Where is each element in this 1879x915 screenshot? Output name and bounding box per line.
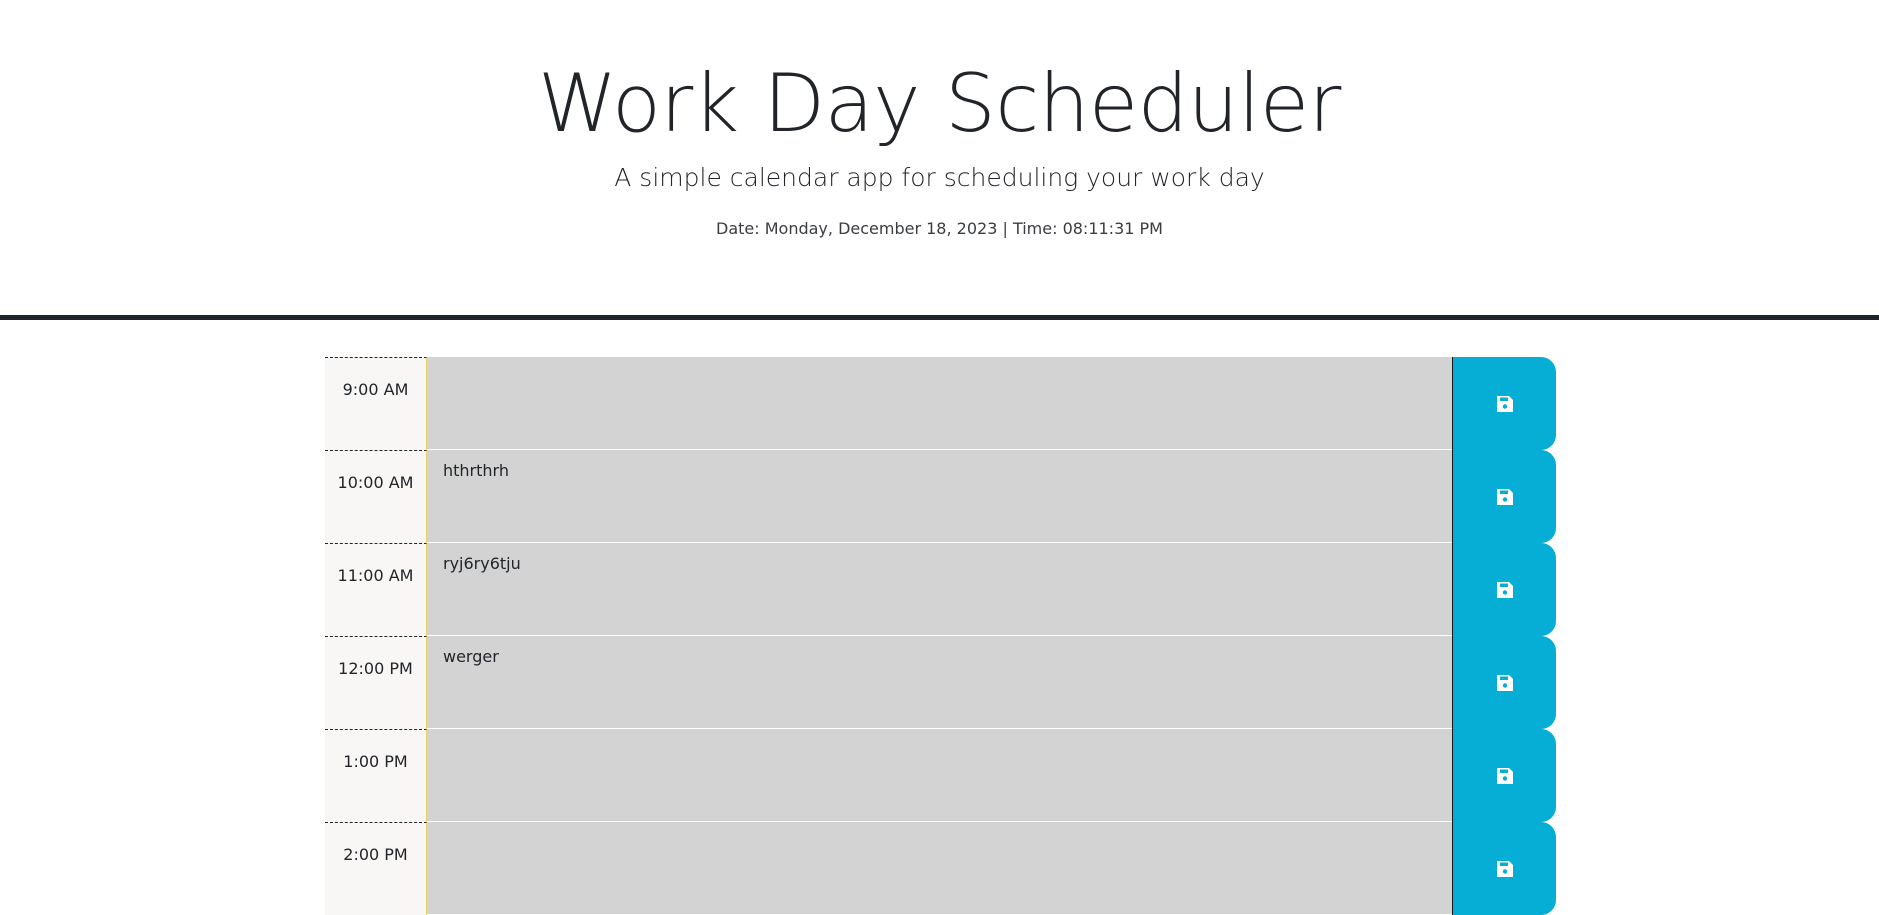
- hour-label: 10:00 AM: [325, 450, 427, 543]
- description-textarea[interactable]: [427, 357, 1452, 450]
- time-block: 9:00 AM: [325, 357, 1556, 450]
- save-button[interactable]: [1452, 729, 1556, 822]
- hour-label: 1:00 PM: [325, 729, 427, 822]
- description-textarea[interactable]: [427, 729, 1452, 822]
- current-datetime: Date: Monday, December 18, 2023 | Time: …: [716, 219, 1163, 238]
- hour-label: 2:00 PM: [325, 822, 427, 915]
- description-textarea[interactable]: hthrthrh: [427, 450, 1452, 543]
- floppy-disk-icon: [1496, 581, 1514, 599]
- description-textarea[interactable]: [427, 822, 1452, 915]
- time-block: 2:00 PM: [325, 822, 1556, 915]
- floppy-disk-icon: [1496, 767, 1514, 785]
- description-textarea[interactable]: ryj6ry6tju: [427, 543, 1452, 636]
- save-button[interactable]: [1452, 822, 1556, 915]
- hour-label: 12:00 PM: [325, 636, 427, 729]
- page-subtitle: A simple calendar app for scheduling you…: [614, 163, 1265, 192]
- save-button[interactable]: [1452, 357, 1556, 450]
- schedule-container: 9:00 AM 10:00 AM hthrthrh 11:00 AM ryj6r…: [325, 357, 1556, 915]
- hour-label: 11:00 AM: [325, 543, 427, 636]
- floppy-disk-icon: [1496, 674, 1514, 692]
- floppy-disk-icon: [1496, 395, 1514, 413]
- time-block: 1:00 PM: [325, 729, 1556, 822]
- time-block: 10:00 AM hthrthrh: [325, 450, 1556, 543]
- page-title: Work Day Scheduler: [538, 57, 1341, 150]
- time-block: 11:00 AM ryj6ry6tju: [325, 543, 1556, 636]
- save-button[interactable]: [1452, 450, 1556, 543]
- header: Work Day Scheduler A simple calendar app…: [0, 0, 1879, 320]
- time-block: 12:00 PM werger: [325, 636, 1556, 729]
- save-button[interactable]: [1452, 543, 1556, 636]
- floppy-disk-icon: [1496, 860, 1514, 878]
- floppy-disk-icon: [1496, 488, 1514, 506]
- description-textarea[interactable]: werger: [427, 636, 1452, 729]
- hour-label: 9:00 AM: [325, 357, 427, 450]
- save-button[interactable]: [1452, 636, 1556, 729]
